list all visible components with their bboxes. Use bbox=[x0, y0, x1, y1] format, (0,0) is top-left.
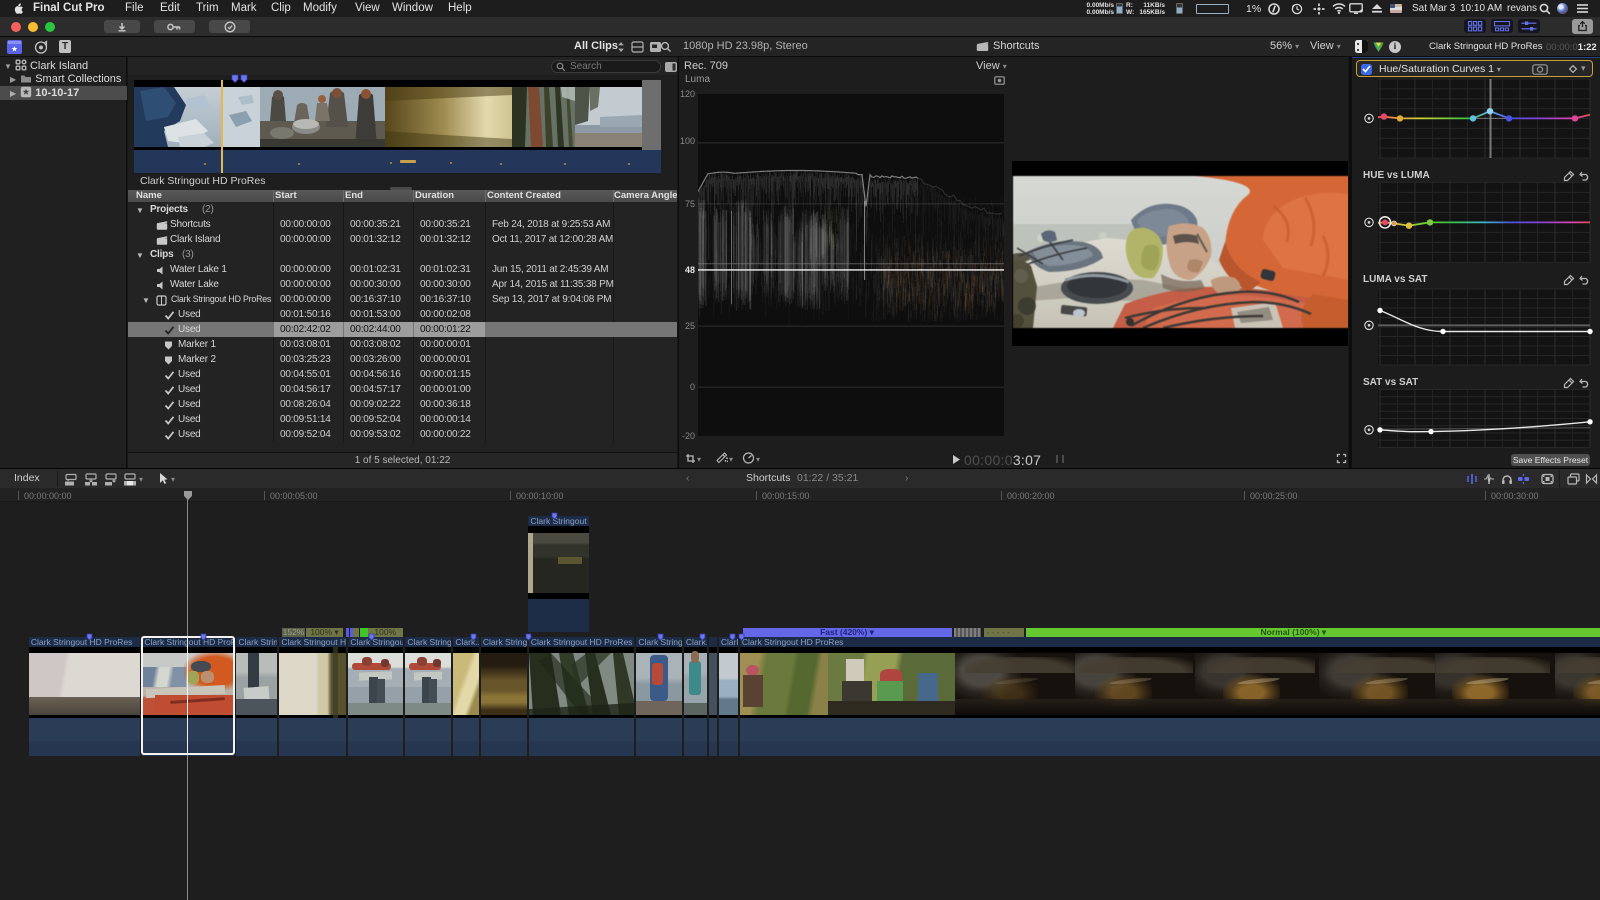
svg-text:SAT vs SAT: SAT vs SAT bbox=[1363, 377, 1418, 388]
svg-text:LUMA vs SAT: LUMA vs SAT bbox=[1363, 274, 1427, 285]
svg-text:HUE vs LUMA: HUE vs LUMA bbox=[1363, 170, 1430, 181]
